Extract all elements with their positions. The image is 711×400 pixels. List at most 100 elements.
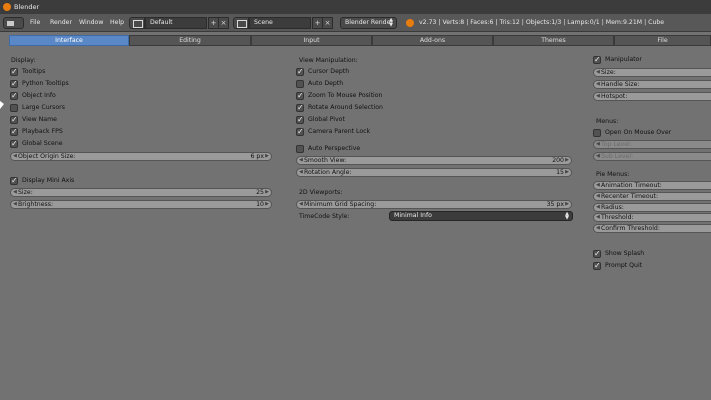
mini-axis-brightness-value: 10 bbox=[256, 201, 264, 208]
render-engine-dropdown[interactable]: Blender Render ▲ ▼ bbox=[340, 17, 397, 29]
prompt-quit-label: Prompt Quit bbox=[605, 262, 643, 269]
hotspot-slider[interactable]: ◀ Hotspot: bbox=[593, 92, 711, 101]
remove-screen-icon[interactable]: × bbox=[218, 17, 229, 29]
radius-slider[interactable]: ◀ Radius: bbox=[593, 203, 711, 212]
mini-axis-size-value: 25 bbox=[256, 189, 264, 196]
view-name-label: View Name bbox=[22, 116, 57, 123]
decrement-arrow-icon[interactable]: ◀ bbox=[13, 201, 17, 207]
checkbox-icon[interactable] bbox=[296, 80, 304, 88]
decrement-arrow-icon[interactable]: ◀ bbox=[13, 189, 17, 195]
manipulator-label: Manipulator bbox=[605, 56, 642, 63]
decrement-arrow-icon[interactable]: ◀ bbox=[596, 193, 600, 199]
menu-window[interactable]: Window bbox=[79, 19, 103, 26]
screen-layout-field[interactable]: Default bbox=[145, 17, 207, 29]
decrement-arrow-icon[interactable]: ◀ bbox=[596, 69, 600, 75]
decrement-arrow-icon[interactable]: ◀ bbox=[596, 153, 600, 159]
rotation-angle-label: Rotation Angle: bbox=[304, 169, 352, 176]
increment-arrow-icon[interactable]: ▶ bbox=[265, 189, 269, 195]
menu-help[interactable]: Help bbox=[110, 19, 124, 26]
minimum-grid-spacing-label: Minimum Grid Spacing: bbox=[304, 201, 377, 208]
checkbox-icon[interactable] bbox=[296, 67, 304, 76]
hotspot-label: Hotspot: bbox=[601, 93, 628, 100]
handle-size-slider[interactable]: ◀ Handle Size: bbox=[593, 80, 711, 89]
menus-section-label: Menus: bbox=[596, 118, 619, 125]
decrement-arrow-icon[interactable]: ◀ bbox=[596, 93, 600, 99]
menu-file[interactable]: File bbox=[30, 19, 40, 26]
threshold-slider[interactable]: ◀ Threshold: bbox=[593, 213, 711, 222]
minimum-grid-spacing-slider[interactable]: ◀ Minimum Grid Spacing: 35 px ▶ bbox=[296, 200, 572, 209]
checkbox-icon[interactable] bbox=[10, 139, 18, 148]
menu-render[interactable]: Render bbox=[50, 19, 72, 26]
show-splash-label: Show Splash bbox=[605, 250, 645, 257]
mouse-cursor-icon bbox=[0, 101, 4, 109]
sub-level-slider[interactable]: ◀ Sub Level: bbox=[593, 152, 711, 161]
tab-addons[interactable]: Add-ons bbox=[372, 35, 493, 46]
decrement-arrow-icon[interactable]: ◀ bbox=[596, 182, 600, 188]
animation-timeout-slider[interactable]: ◀ Animation Timeout: bbox=[593, 181, 711, 190]
rotation-angle-slider[interactable]: ◀ Rotation Angle: 15 ▶ bbox=[296, 168, 572, 177]
tab-input[interactable]: Input bbox=[251, 35, 372, 46]
checkbox-icon[interactable] bbox=[10, 176, 18, 185]
checkbox-icon[interactable] bbox=[593, 249, 601, 258]
increment-arrow-icon[interactable]: ▶ bbox=[265, 153, 269, 159]
recenter-timeout-slider[interactable]: ◀ Recenter Timeout: bbox=[593, 192, 711, 201]
editor-type-button[interactable] bbox=[3, 17, 24, 29]
confirm-threshold-slider[interactable]: ◀ Confirm Threshold: bbox=[593, 224, 711, 233]
playback-fps-label: Playback FPS bbox=[22, 128, 63, 135]
remove-scene-icon[interactable]: × bbox=[322, 17, 333, 29]
timecode-style-dropdown[interactable]: Minimal Info ▲ ▼ bbox=[389, 211, 573, 221]
screen-layout-selector[interactable]: Default + × bbox=[129, 17, 229, 29]
minimum-grid-spacing-value: 35 px bbox=[546, 201, 564, 208]
top-level-slider[interactable]: ◀ Top Level: bbox=[593, 140, 711, 149]
checkbox-icon[interactable] bbox=[10, 91, 18, 100]
checkbox-icon[interactable] bbox=[10, 127, 18, 136]
decrement-arrow-icon[interactable]: ◀ bbox=[596, 141, 600, 147]
auto-depth-label: Auto Depth bbox=[308, 80, 344, 87]
mini-axis-size-slider[interactable]: ◀ Size: 25 ▶ bbox=[10, 188, 272, 197]
increment-arrow-icon[interactable]: ▶ bbox=[265, 201, 269, 207]
recenter-timeout-label: Recenter Timeout: bbox=[601, 193, 659, 200]
checkbox-icon[interactable] bbox=[10, 67, 18, 76]
decrement-arrow-icon[interactable]: ◀ bbox=[299, 169, 303, 175]
increment-arrow-icon[interactable]: ▶ bbox=[565, 169, 569, 175]
checkbox-icon[interactable] bbox=[296, 91, 304, 100]
animation-timeout-label: Animation Timeout: bbox=[601, 182, 662, 189]
2d-viewports-section-label: 2D Viewports: bbox=[299, 189, 343, 196]
tab-themes[interactable]: Themes bbox=[493, 35, 614, 46]
checkbox-icon[interactable] bbox=[296, 145, 304, 153]
mini-axis-brightness-slider[interactable]: ◀ Brightness: 10 ▶ bbox=[10, 200, 272, 209]
checkbox-icon[interactable] bbox=[296, 115, 304, 124]
checkbox-icon[interactable] bbox=[10, 115, 18, 124]
decrement-arrow-icon[interactable]: ◀ bbox=[299, 201, 303, 207]
scene-field[interactable]: Scene bbox=[249, 17, 311, 29]
increment-arrow-icon[interactable]: ▶ bbox=[565, 157, 569, 163]
checkbox-icon[interactable] bbox=[593, 261, 601, 270]
decrement-arrow-icon[interactable]: ◀ bbox=[596, 225, 600, 231]
checkbox-icon[interactable] bbox=[296, 103, 304, 112]
smooth-view-slider[interactable]: ◀ Smooth View: 200 ▶ bbox=[296, 156, 572, 165]
checkbox-icon[interactable] bbox=[10, 104, 18, 112]
manipulator-size-slider[interactable]: ◀ Size: bbox=[593, 68, 711, 77]
object-origin-size-value: 6 px bbox=[250, 153, 265, 160]
blender-app-icon bbox=[3, 3, 11, 11]
dropdown-arrows-icon: ▲ ▼ bbox=[565, 211, 569, 221]
global-pivot-label: Global Pivot bbox=[308, 116, 345, 123]
tab-file[interactable]: File bbox=[614, 35, 711, 46]
decrement-arrow-icon[interactable]: ◀ bbox=[596, 81, 600, 87]
tab-editing[interactable]: Editing bbox=[129, 35, 251, 46]
decrement-arrow-icon[interactable]: ◀ bbox=[13, 153, 17, 159]
checkbox-icon[interactable] bbox=[296, 127, 304, 136]
screen-layout-icon[interactable] bbox=[129, 17, 145, 29]
scene-selector[interactable]: Scene + × bbox=[233, 17, 333, 29]
decrement-arrow-icon[interactable]: ◀ bbox=[596, 204, 600, 210]
decrement-arrow-icon[interactable]: ◀ bbox=[596, 214, 600, 220]
object-origin-size-slider[interactable]: ◀ Object Origin Size: 6 px ▶ bbox=[10, 152, 272, 161]
tab-interface[interactable]: Interface bbox=[9, 35, 129, 46]
decrement-arrow-icon[interactable]: ◀ bbox=[299, 157, 303, 163]
render-engine-value: Blender Render bbox=[345, 19, 393, 26]
checkbox-icon[interactable] bbox=[593, 129, 601, 137]
scene-icon[interactable] bbox=[233, 17, 249, 29]
increment-arrow-icon[interactable]: ▶ bbox=[565, 201, 569, 207]
checkbox-icon[interactable] bbox=[593, 55, 601, 64]
checkbox-icon[interactable] bbox=[10, 79, 18, 88]
